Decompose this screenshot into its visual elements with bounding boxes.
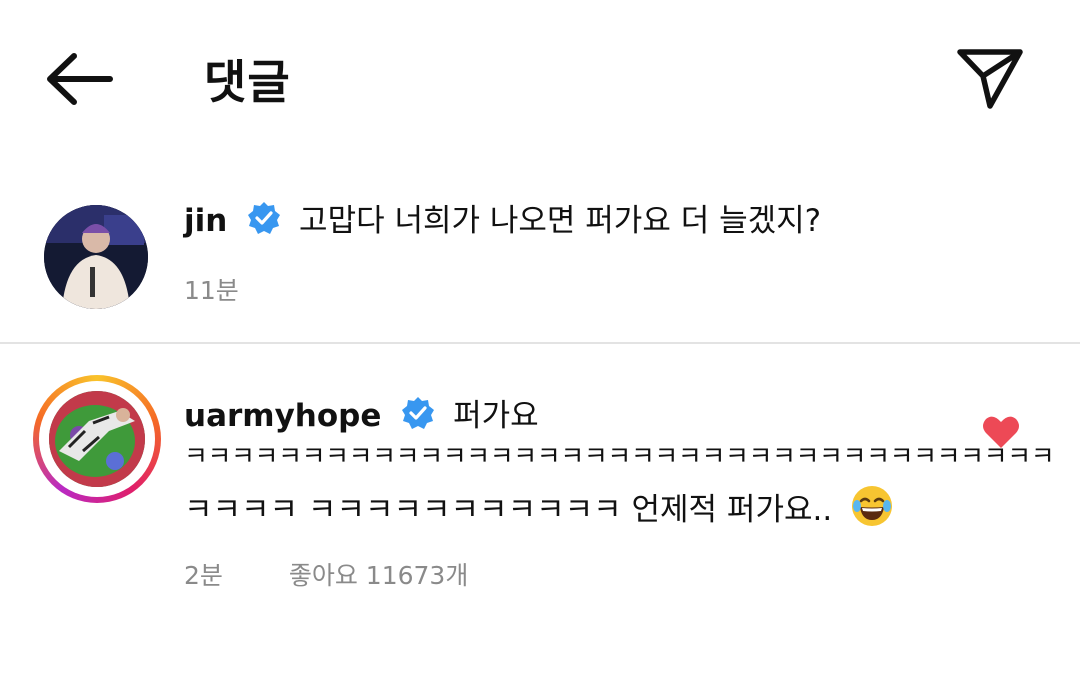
avatar-image [44,205,148,309]
verified-icon [248,202,281,234]
avatar[interactable] [44,205,148,309]
page-title: 댓글 [204,55,291,109]
comment-text: 고맙다 너희가 나오면 퍼가요 더 늘겠지? [299,203,822,239]
likes-count[interactable]: 좋아요 11673개 [289,561,468,590]
comment-text: 퍼가요 [453,398,539,434]
verified-icon [402,397,435,429]
comment-time: 11분 [184,276,239,305]
comment-text-line: uarmyhope 퍼가요 [184,390,539,435]
comment-text: ㅋㅋㅋㅋㅋㅋㅋㅋㅋㅋㅋㅋㅋㅋㅋㅋㅋㅋㅋㅋㅋㅋㅋㅋㅋㅋㅋㅋㅋㅋㅋㅋㅋㅋㅋㅋㅋ [184,442,1055,472]
avatar-image [49,391,145,487]
story-ring[interactable] [33,375,161,503]
comment-item: jin 고맙다 너희가 나오면 퍼가요 더 늘겠지? 11분 [0,195,1080,340]
comment-meta: 2분 좋아요 11673개 [184,556,526,592]
comment-text-line: ㅋㅋㅋㅋㅋㅋㅋㅋㅋㅋㅋㅋㅋㅋㅋㅋㅋㅋㅋㅋㅋㅋㅋㅋㅋㅋㅋㅋㅋㅋㅋㅋㅋㅋㅋㅋㅋ [184,436,1055,473]
comment-text: ㅋㅋㅋㅋ ㅋㅋㅋㅋㅋㅋㅋㅋㅋㅋㅋ 언제적 퍼가요.. [184,492,833,528]
comment-text-line: jin 고맙다 너희가 나오면 퍼가요 더 늘겠지? [184,195,821,240]
back-arrow-icon[interactable] [40,44,120,114]
username[interactable]: uarmyhope [184,398,381,434]
send-icon[interactable] [950,42,1030,112]
header: 댓글 [0,0,1080,150]
comment-text-line: ㅋㅋㅋㅋ ㅋㅋㅋㅋㅋㅋㅋㅋㅋㅋㅋ 언제적 퍼가요.. [184,484,894,529]
comment-meta: 11분 [184,271,297,307]
laughing-tears-emoji-icon [852,486,893,526]
heart-icon[interactable] [982,414,1020,450]
comment-time: 2분 [184,561,223,590]
avatar[interactable] [49,391,145,487]
story-ring-gap [39,381,155,497]
comment-item: uarmyhope 퍼가요 ㅋㅋㅋㅋㅋㅋㅋㅋㅋㅋㅋㅋㅋㅋㅋㅋㅋㅋㅋㅋㅋㅋㅋㅋㅋㅋ… [0,370,1080,610]
divider [0,342,1080,344]
username[interactable]: jin [184,203,227,239]
